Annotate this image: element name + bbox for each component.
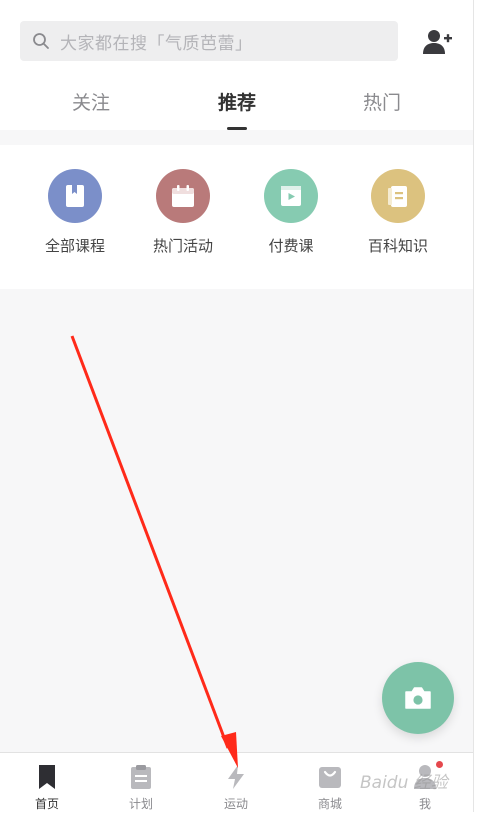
category-label: 百科知识 (367, 237, 428, 255)
video-icon (264, 169, 318, 223)
bookmark-icon (35, 763, 59, 791)
category-row: 全部课程 热门活动 付费课 百科知识 (0, 145, 473, 289)
nav-home[interactable]: 首页 (7, 763, 87, 812)
search-icon (33, 33, 49, 49)
category-all-courses[interactable]: 全部课程 (25, 169, 125, 256)
notification-dot (436, 761, 443, 768)
search-placeholder: 大家都在搜「气质芭蕾」 (60, 33, 253, 54)
nav-plan[interactable]: 计划 (101, 763, 181, 812)
tab-recommend[interactable]: 推荐 (218, 88, 256, 115)
category-label: 热门活动 (152, 237, 213, 255)
category-label: 全部课程 (44, 237, 105, 255)
nav-label: 我 (418, 797, 431, 811)
shopping-bag-icon (318, 763, 342, 791)
add-friend-icon[interactable] (422, 28, 452, 56)
category-label: 付费课 (268, 237, 314, 255)
nav-shop[interactable]: 商城 (290, 763, 370, 812)
watermark: Baidu 经验 (360, 773, 448, 793)
clipboard-icon (129, 763, 153, 791)
calendar-icon (156, 169, 210, 223)
category-paid-course[interactable]: 付费课 (241, 169, 341, 256)
book-icon (48, 169, 102, 223)
app-screen: 大家都在搜「气质芭蕾」 关注 推荐 热门 全部课程 热门活动 付费课 百科知识 … (0, 0, 474, 827)
tab-follow[interactable]: 关注 (72, 88, 110, 115)
lightning-icon (224, 763, 248, 791)
tab-indicator (227, 127, 247, 130)
feed-tabs: 关注 推荐 热门 (0, 88, 473, 130)
tab-hot[interactable]: 热门 (363, 88, 401, 115)
bottom-margin (0, 812, 480, 827)
nav-label: 运动 (223, 797, 248, 811)
camera-icon (405, 687, 431, 709)
camera-button[interactable] (382, 662, 454, 734)
search-bar[interactable]: 大家都在搜「气质芭蕾」 (20, 21, 398, 61)
nav-label: 首页 (34, 797, 59, 811)
category-encyclopedia[interactable]: 百科知识 (348, 169, 448, 256)
category-hot-events[interactable]: 热门活动 (133, 169, 233, 256)
nav-label: 计划 (128, 797, 153, 811)
notebook-icon (371, 169, 425, 223)
header: 大家都在搜「气质芭蕾」 关注 推荐 热门 (0, 0, 473, 130)
nav-sport[interactable]: 运动 (196, 763, 276, 812)
nav-label: 商城 (317, 797, 342, 811)
